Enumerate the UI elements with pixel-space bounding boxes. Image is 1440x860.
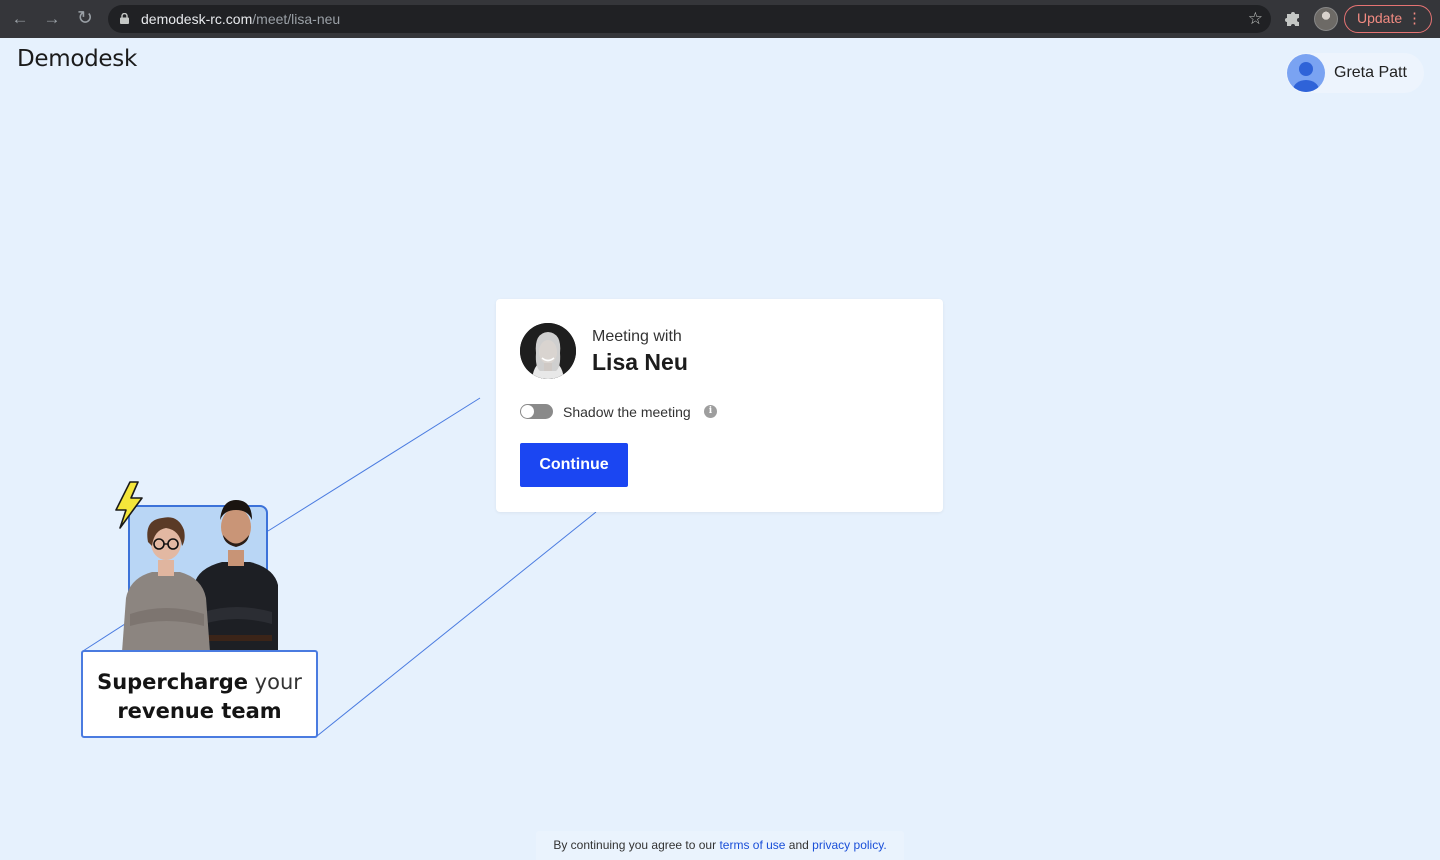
host-avatar xyxy=(520,323,576,379)
footer-middle: and xyxy=(785,838,813,852)
user-name: Greta Patt xyxy=(1334,64,1407,81)
promo-caption-light: your xyxy=(248,670,302,694)
continue-button[interactable]: Continue xyxy=(520,443,628,487)
browser-profile-avatar[interactable] xyxy=(1314,7,1338,31)
footer-prefix: By continuing you agree to our xyxy=(553,838,720,852)
url-text: demodesk-rc.com/meet/lisa-neu xyxy=(141,11,341,27)
address-bar[interactable]: demodesk-rc.com/meet/lisa-neu ☆ xyxy=(108,5,1271,33)
bookmark-star-icon[interactable]: ☆ xyxy=(1248,9,1263,29)
promo-caption-second-line: revenue team xyxy=(117,699,282,723)
shadow-meeting-toggle[interactable] xyxy=(520,404,553,419)
more-vert-icon: ⋮ xyxy=(1407,10,1422,27)
terms-of-use-link[interactable]: terms of use xyxy=(719,838,785,852)
promo-caption: Supercharge your revenue team xyxy=(81,650,318,738)
legal-footer: By continuing you agree to our terms of … xyxy=(536,831,904,860)
forward-arrow-icon[interactable]: → xyxy=(42,9,62,29)
shadow-meeting-label: Shadow the meeting xyxy=(563,404,691,420)
demodesk-logo[interactable]: Demodesk xyxy=(17,46,137,72)
toggle-knob xyxy=(521,405,534,418)
back-arrow-icon[interactable]: ← xyxy=(10,9,30,29)
lightning-bolt-icon xyxy=(115,481,143,529)
extensions-puzzle-icon[interactable] xyxy=(1284,9,1302,27)
meeting-card: Meeting with Lisa Neu Shadow the meeting… xyxy=(496,299,943,512)
browser-toolbar: ← → ↻ demodesk-rc.com/meet/lisa-neu ☆ Up… xyxy=(0,0,1440,38)
lock-icon xyxy=(120,13,129,24)
user-avatar-icon xyxy=(1287,54,1325,92)
reload-icon[interactable]: ↻ xyxy=(75,9,95,29)
host-name: Lisa Neu xyxy=(592,349,688,375)
privacy-policy-link[interactable]: privacy policy. xyxy=(812,838,886,852)
browser-update-button[interactable]: Update ⋮ xyxy=(1344,5,1432,33)
meeting-with-label: Meeting with xyxy=(592,328,682,345)
team-people-illustration xyxy=(115,481,278,652)
info-icon[interactable]: i xyxy=(704,405,717,418)
user-menu[interactable]: Greta Patt xyxy=(1286,53,1424,93)
promo-caption-bold: Supercharge xyxy=(97,670,248,694)
